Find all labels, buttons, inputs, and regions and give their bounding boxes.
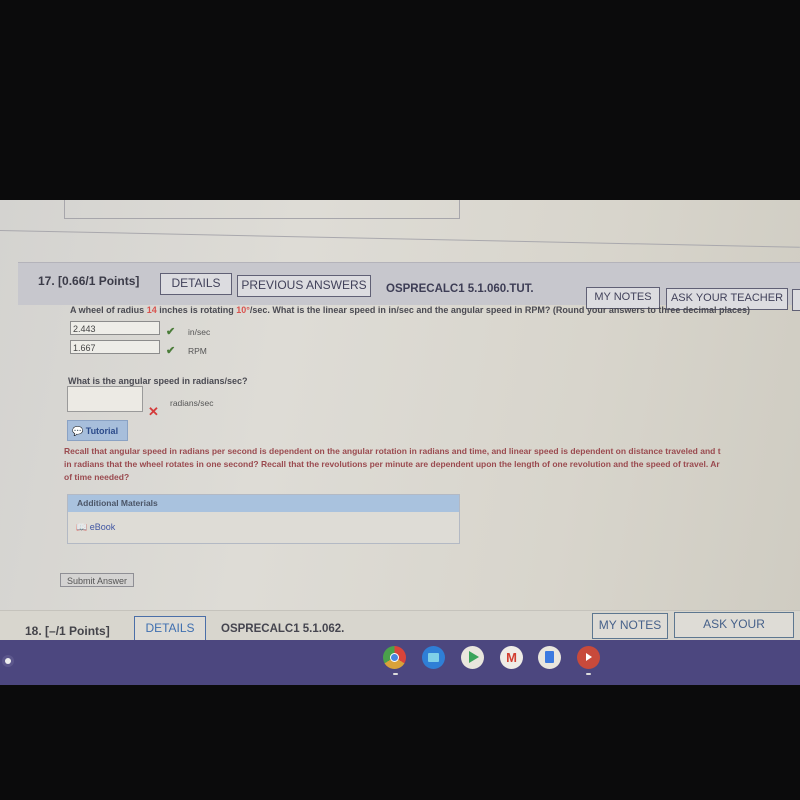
files-icon[interactable]: [422, 646, 445, 669]
running-indicator: [586, 673, 591, 675]
divider: [0, 230, 800, 248]
incorrect-icon: ✕: [148, 404, 159, 419]
details-button[interactable]: DETAILS: [160, 273, 232, 295]
unit-label: in/sec: [188, 327, 211, 337]
book-icon: 📖: [76, 522, 88, 532]
os-shelf: M: [0, 640, 800, 685]
radians-per-sec-input[interactable]: [67, 386, 143, 412]
question-17-points: 17. [0.66/1 Points]: [38, 274, 140, 288]
hint-line: Recall that angular speed in radians per…: [64, 446, 721, 456]
details-button[interactable]: DETAILS: [134, 616, 206, 640]
my-notes-button[interactable]: MY NOTES: [592, 613, 668, 639]
linear-speed-input[interactable]: 2.443: [70, 321, 160, 335]
submit-answer-button[interactable]: Submit Answer: [60, 573, 134, 587]
docs-icon[interactable]: [538, 646, 561, 669]
previous-question-box: [64, 200, 460, 219]
play-store-icon[interactable]: [461, 646, 484, 669]
ebook-link[interactable]: 📖 eBook: [76, 522, 115, 533]
check-icon: ✔: [166, 345, 176, 357]
running-indicator: [393, 673, 398, 675]
browser-page: 17. [0.66/1 Points] DETAILS PREVIOUS ANS…: [0, 200, 800, 640]
question-17-header: 17. [0.66/1 Points] DETAILS PREVIOUS ANS…: [18, 262, 800, 311]
youtube-icon[interactable]: [577, 646, 600, 669]
hint-line: of time needed?: [64, 472, 130, 482]
hint-line: in radians that the wheel rotates in one…: [64, 459, 720, 469]
check-icon: ✔: [166, 326, 176, 338]
question-18-code: OSPRECALC1 5.1.062.: [221, 623, 345, 635]
question-17-code: OSPRECALC1 5.1.060.TUT.: [386, 283, 534, 295]
question-18-points: 18. [–/1 Points]: [25, 624, 110, 638]
ask-teacher-button[interactable]: ASK YOUR TEACHER: [674, 612, 794, 638]
chat-bubble-icon: 💬: [72, 426, 84, 436]
tutorial-label: Tutorial: [85, 426, 119, 436]
tutorial-button[interactable]: 💬 Tutorial: [67, 420, 128, 441]
unit-label: radians/sec: [170, 398, 214, 408]
question-17-prompt: A wheel of radius 14 inches is rotating …: [70, 305, 750, 315]
extra-button[interactable]: [792, 289, 800, 311]
additional-materials-header: Additional Materials: [68, 495, 459, 512]
launcher-icon[interactable]: [2, 655, 14, 667]
unit-label: RPM: [188, 346, 207, 356]
subquestion-text: What is the angular speed in radians/sec…: [68, 376, 248, 386]
question-18-header: 18. [–/1 Points] DETAILS OSPRECALC1 5.1.…: [0, 610, 800, 640]
additional-materials-panel: Additional Materials 📖 eBook: [67, 494, 460, 544]
ebook-label: eBook: [89, 522, 116, 532]
hint-text: Recall that angular speed in radians per…: [64, 445, 800, 484]
previous-answers-button[interactable]: PREVIOUS ANSWERS: [237, 275, 371, 297]
gmail-icon[interactable]: M: [500, 646, 523, 669]
chrome-icon[interactable]: [383, 646, 406, 669]
angular-rpm-input[interactable]: 1.667: [70, 340, 160, 354]
